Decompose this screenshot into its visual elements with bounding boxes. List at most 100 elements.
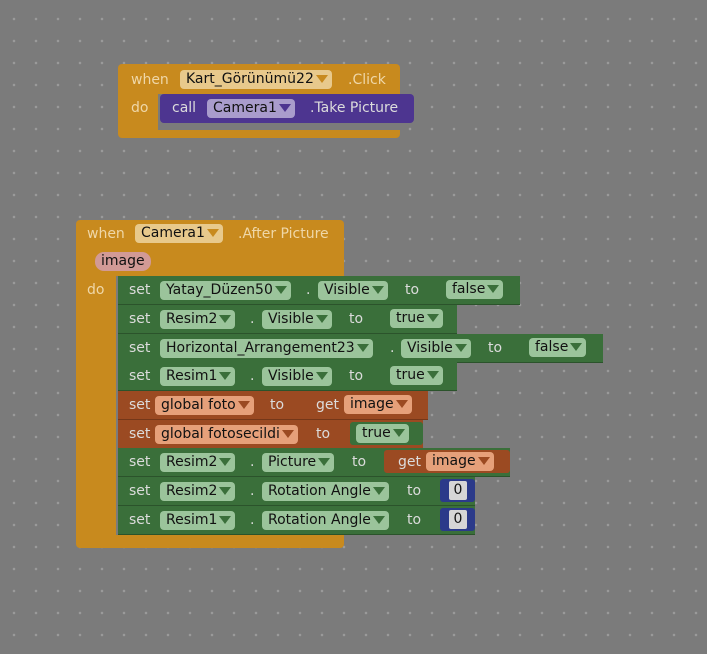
- chevron-down-icon: [315, 372, 328, 380]
- to-label: to: [407, 512, 422, 528]
- component-dropdown[interactable]: Resim2: [160, 453, 236, 472]
- property-dropdown[interactable]: Visible: [262, 310, 332, 329]
- to-label: to: [488, 340, 503, 356]
- set-yatay-visible-block[interactable]: set Yatay_Düzen50 . Visible to false: [118, 276, 520, 305]
- event-param-image[interactable]: image: [95, 252, 151, 271]
- event-component-dropdown[interactable]: Camera1: [135, 224, 223, 243]
- dot-label: .: [250, 483, 255, 499]
- get-image-block[interactable]: get image: [384, 450, 510, 473]
- set-label: set: [129, 282, 151, 298]
- chevron-down-icon: [356, 344, 369, 352]
- dot-label: .: [250, 311, 255, 327]
- component-label: Resim2: [166, 483, 218, 499]
- when-label: when: [87, 226, 125, 242]
- chevron-down-icon: [395, 400, 408, 408]
- chevron-down-icon: [426, 314, 439, 322]
- get-variable-dropdown[interactable]: image: [426, 452, 494, 471]
- do-label: do: [87, 282, 105, 298]
- chevron-down-icon: [454, 344, 467, 352]
- boolean-block[interactable]: false: [523, 336, 603, 359]
- property-label: Visible: [268, 368, 314, 384]
- boolean-label: true: [396, 367, 425, 383]
- component-dropdown[interactable]: Resim1: [160, 511, 236, 530]
- chevron-down-icon: [274, 286, 287, 294]
- property-dropdown[interactable]: Visible: [401, 339, 471, 358]
- boolean-dropdown[interactable]: false: [529, 338, 587, 357]
- get-label: get: [316, 397, 339, 413]
- get-variable-label: image: [432, 453, 476, 469]
- boolean-block[interactable]: true: [384, 307, 457, 330]
- component-label: Resim2: [166, 311, 218, 327]
- chevron-down-icon: [371, 286, 384, 294]
- set-resim2-visible-block[interactable]: set Resim2 . Visible to true: [118, 305, 457, 334]
- to-label: to: [316, 426, 331, 442]
- number-block[interactable]: 0: [440, 479, 475, 502]
- boolean-block[interactable]: true: [384, 364, 457, 387]
- event-component-label: Kart_Görünümü22: [186, 71, 314, 87]
- set-label: set: [129, 397, 151, 413]
- do-label: do: [131, 100, 149, 116]
- variable-label: global foto: [161, 397, 236, 413]
- chevron-down-icon: [477, 457, 490, 465]
- boolean-block[interactable]: true: [350, 422, 423, 445]
- number-block[interactable]: 0: [440, 508, 475, 531]
- property-label: Visible: [268, 311, 314, 327]
- boolean-dropdown[interactable]: true: [390, 366, 443, 385]
- property-dropdown[interactable]: Visible: [318, 281, 388, 300]
- number-value[interactable]: 0: [449, 510, 467, 529]
- number-value[interactable]: 0: [449, 481, 467, 500]
- chevron-down-icon: [426, 371, 439, 379]
- set-label: set: [129, 426, 151, 442]
- set-resim2-rotation-block[interactable]: set Resim2 . Rotation Angle to 0: [118, 477, 475, 506]
- component-dropdown[interactable]: Resim1: [160, 367, 236, 386]
- chevron-down-icon: [392, 429, 405, 437]
- get-label: get: [398, 454, 421, 470]
- boolean-dropdown[interactable]: true: [390, 309, 443, 328]
- component-dropdown[interactable]: Yatay_Düzen50: [160, 281, 291, 300]
- to-label: to: [349, 368, 364, 384]
- chevron-down-icon: [315, 315, 328, 323]
- set-horizontal-visible-block[interactable]: set Horizontal_Arrangement23 . Visible t…: [118, 334, 603, 363]
- property-dropdown[interactable]: Rotation Angle: [262, 482, 389, 501]
- call-component-label: Camera1: [213, 100, 277, 116]
- component-dropdown[interactable]: Resim2: [160, 310, 236, 329]
- get-image-block[interactable]: get image: [302, 393, 428, 416]
- chevron-down-icon: [219, 315, 232, 323]
- chevron-down-icon: [219, 372, 232, 380]
- boolean-label: false: [452, 281, 486, 297]
- variable-dropdown[interactable]: global foto: [155, 396, 254, 415]
- set-global-foto-block[interactable]: set global foto to get image: [118, 391, 428, 420]
- set-label: set: [129, 512, 151, 528]
- dot-label: .: [250, 454, 255, 470]
- component-dropdown[interactable]: Horizontal_Arrangement23: [160, 339, 373, 358]
- chevron-down-icon: [219, 516, 232, 524]
- set-resim1-rotation-block[interactable]: set Resim1 . Rotation Angle to 0: [118, 506, 475, 535]
- dot-label: .: [306, 282, 311, 298]
- chevron-down-icon: [219, 458, 232, 466]
- set-resim2-picture-block[interactable]: set Resim2 . Picture to get image: [118, 448, 510, 477]
- property-label: Picture: [268, 454, 317, 470]
- event-component-dropdown[interactable]: Kart_Görünümü22: [180, 70, 332, 89]
- property-dropdown[interactable]: Visible: [262, 367, 332, 386]
- property-label: Visible: [324, 282, 370, 298]
- click-event-block[interactable]: when Kart_Görünümü22 .Click do call Came…: [118, 64, 414, 138]
- set-resim1-visible-block[interactable]: set Resim1 . Visible to true: [118, 362, 457, 391]
- chevron-down-icon: [206, 229, 219, 237]
- take-picture-call-block[interactable]: call Camera1 .Take Picture: [160, 94, 414, 123]
- component-dropdown[interactable]: Resim2: [160, 482, 236, 501]
- event-component-label: Camera1: [141, 225, 205, 241]
- call-component-dropdown[interactable]: Camera1: [207, 99, 295, 118]
- property-label: Rotation Angle: [268, 483, 371, 499]
- get-variable-dropdown[interactable]: image: [344, 395, 412, 414]
- boolean-block[interactable]: false: [440, 278, 520, 301]
- set-global-fotosecildi-block[interactable]: set global fotosecildi to true: [118, 420, 423, 449]
- boolean-label: true: [362, 425, 391, 441]
- variable-dropdown[interactable]: global fotosecildi: [155, 425, 298, 444]
- chevron-down-icon: [487, 285, 500, 293]
- property-dropdown[interactable]: Picture: [262, 453, 335, 472]
- boolean-dropdown[interactable]: true: [356, 424, 409, 443]
- boolean-dropdown[interactable]: false: [446, 280, 504, 299]
- when-label: when: [131, 72, 169, 88]
- set-label: set: [129, 340, 151, 356]
- property-dropdown[interactable]: Rotation Angle: [262, 511, 389, 530]
